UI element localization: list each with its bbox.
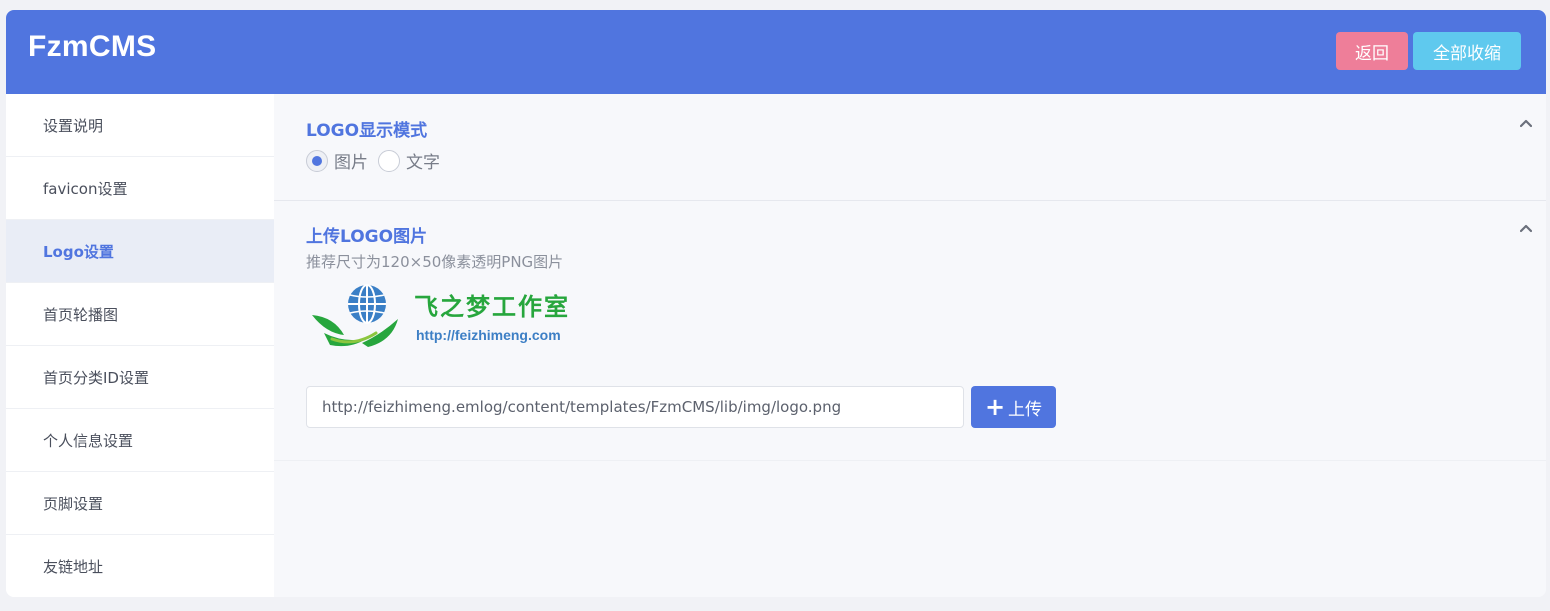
plus-icon: + — [984, 393, 1006, 421]
logo-url-text: http://feizhimeng.com — [416, 327, 561, 343]
settings-sidebar: 设置说明 favicon设置 Logo设置 首页轮播图 首页分类ID设置 个人信… — [6, 94, 274, 597]
radio-image-label: 图片 — [334, 153, 368, 173]
sidebar-item-settings-guide[interactable]: 设置说明 — [6, 94, 274, 157]
globe-leaves-logo-icon — [312, 284, 398, 347]
sidebar-item-footer[interactable]: 页脚设置 — [6, 472, 274, 535]
app-frame: FzmCMS 返回 全部收缩 设置说明 favicon设置 Logo设置 首页轮… — [6, 10, 1546, 597]
top-header: FzmCMS 返回 全部收缩 — [6, 10, 1546, 94]
sidebar-item-personal-info[interactable]: 个人信息设置 — [6, 409, 274, 472]
logo-mode-section: LOGO显示模式 图片 文字 — [274, 94, 1546, 201]
back-button[interactable]: 返回 — [1336, 32, 1408, 70]
radio-text[interactable]: 文字 — [378, 148, 440, 173]
logo-url-input[interactable] — [306, 386, 964, 428]
brand-title: FzmCMS — [28, 30, 157, 63]
sidebar-item-logo[interactable]: Logo设置 — [6, 220, 274, 283]
upload-logo-section: 上传LOGO图片 推荐尺寸为120×50像素透明PNG图片 飞之梦工作室 htt… — [274, 201, 1546, 461]
sidebar-item-favicon[interactable]: favicon设置 — [6, 157, 274, 220]
radio-dot[interactable] — [378, 149, 400, 172]
collapse-all-button[interactable]: 全部收缩 — [1413, 32, 1521, 70]
upload-button-label: 上传 — [1008, 399, 1043, 420]
chevron-up-icon[interactable] — [1520, 223, 1532, 235]
logo-mode-title: LOGO显示模式 — [306, 121, 428, 141]
upload-button[interactable]: + 上传 — [971, 386, 1056, 428]
logo-mode-radio-group: 图片 文字 — [306, 148, 450, 173]
main-content: LOGO显示模式 图片 文字 上传LOGO图片 推荐尺寸为120×50像素透明P… — [274, 94, 1546, 597]
sidebar-item-friend-links[interactable]: 友链地址 — [6, 535, 274, 597]
upload-logo-title: 上传LOGO图片 — [306, 227, 428, 247]
radio-dot[interactable] — [306, 149, 328, 172]
radio-text-label: 文字 — [406, 153, 440, 173]
sidebar-item-home-category-id[interactable]: 首页分类ID设置 — [6, 346, 274, 409]
logo-preview: 飞之梦工作室 http://feizhimeng.com — [310, 283, 580, 351]
radio-image[interactable]: 图片 — [306, 148, 368, 173]
chevron-up-icon[interactable] — [1520, 118, 1532, 130]
sidebar-item-home-carousel[interactable]: 首页轮播图 — [6, 283, 274, 346]
logo-brand-name: 飞之梦工作室 — [414, 292, 570, 321]
upload-hint: 推荐尺寸为120×50像素透明PNG图片 — [306, 253, 564, 271]
